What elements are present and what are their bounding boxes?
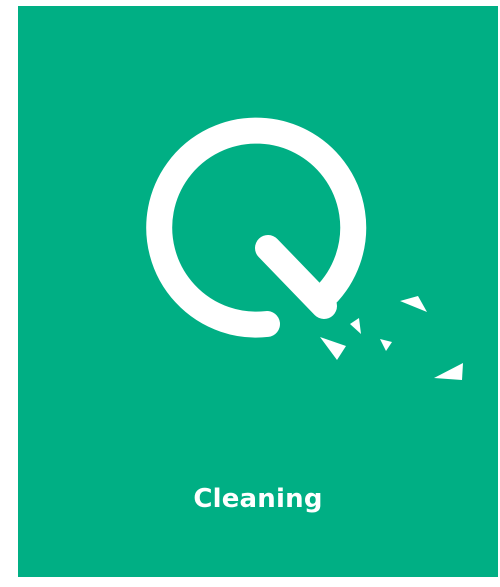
tile-label: Cleaning [193, 484, 323, 514]
cleaning-q-icon [146, 117, 463, 380]
cleaning-tile[interactable]: Cleaning [18, 6, 498, 577]
